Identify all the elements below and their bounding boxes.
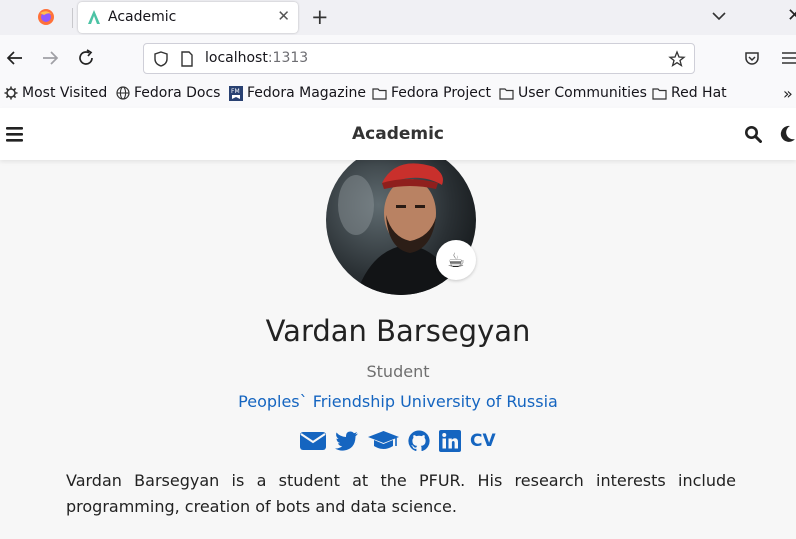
bookmarks-overflow-button[interactable]: » — [783, 84, 793, 103]
browser-toolbar: localhost:1313 — [0, 35, 796, 82]
bookmark-star-icon[interactable] — [668, 50, 686, 68]
profile-bio: Vardan Barsegyan is a student at the PFU… — [66, 471, 736, 516]
avatar-container: ☕ — [326, 145, 476, 295]
shield-icon[interactable] — [152, 50, 170, 68]
social-links: CV — [300, 428, 496, 454]
twitter-icon[interactable] — [335, 431, 359, 451]
profile-section: ☕ Vardan Barsegyan Student Peoples` Frie… — [0, 145, 796, 539]
bookmark-red-hat[interactable]: Red Hat — [652, 85, 727, 101]
tab-title: Academic — [108, 9, 177, 25]
tab-academic[interactable]: Academic ✕ — [78, 2, 298, 33]
tab-close-icon[interactable]: ✕ — [277, 7, 290, 25]
site-navbar: Academic — [0, 108, 796, 160]
svg-text:FM: FM — [231, 88, 240, 95]
folder-icon — [499, 87, 514, 100]
organization-link[interactable]: Peoples` Friendship University of Russia — [0, 392, 796, 411]
back-arrow-icon[interactable] — [4, 47, 26, 69]
site-title[interactable]: Academic — [0, 124, 796, 144]
linkedin-icon[interactable] — [439, 430, 461, 452]
bookmark-label: Fedora Docs — [134, 85, 221, 101]
moon-icon[interactable] — [778, 125, 796, 143]
bookmark-fedora-magazine[interactable]: FM Fedora Magazine — [229, 85, 366, 101]
window-close-button[interactable]: ✕ — [787, 5, 796, 26]
chevron-down-icon[interactable] — [710, 8, 728, 24]
forward-arrow-icon[interactable] — [39, 47, 61, 69]
reload-icon[interactable] — [75, 47, 97, 69]
fm-icon: FM — [229, 85, 243, 101]
gear-icon — [4, 86, 18, 100]
url-port: :1313 — [267, 50, 309, 66]
profile-name: Vardan Barsegyan — [265, 314, 531, 348]
envelope-icon[interactable] — [300, 431, 326, 451]
bookmark-label: Fedora Project — [391, 85, 492, 101]
academic-favicon-icon — [88, 10, 100, 24]
status-emoji-badge: ☕ — [436, 240, 476, 280]
bookmark-fedora-docs[interactable]: Fedora Docs — [116, 85, 220, 101]
tab-separator — [72, 8, 73, 28]
firefox-icon[interactable] — [36, 7, 56, 27]
github-icon[interactable] — [408, 430, 430, 452]
address-bar[interactable]: localhost:1313 — [143, 43, 695, 74]
bookmark-fedora-project[interactable]: Fedora Project — [372, 85, 491, 101]
bookmark-label: Fedora Magazine — [247, 85, 366, 101]
folder-icon — [372, 87, 387, 100]
graduation-cap-icon[interactable] — [368, 431, 399, 451]
hamburger-menu-icon[interactable] — [780, 50, 796, 66]
bookmark-label: Red Hat — [671, 85, 727, 101]
new-tab-button[interactable]: + — [311, 5, 329, 29]
profile-role: Student — [366, 362, 430, 381]
bookmarks-bar: Most Visited Fedora Docs FM Fedora Magaz… — [0, 82, 796, 108]
globe-icon — [116, 86, 130, 100]
bookmark-user-communities[interactable]: User Communities — [499, 85, 647, 101]
folder-icon — [652, 87, 667, 100]
url-host: localhost — [205, 50, 268, 66]
cv-link[interactable]: CV — [470, 431, 496, 451]
bookmark-label: User Communities — [518, 85, 647, 101]
search-icon[interactable] — [744, 125, 762, 143]
pocket-icon[interactable] — [743, 49, 761, 67]
browser-tab-bar: Academic ✕ + ✕ — [0, 0, 796, 35]
url-text: localhost:1313 — [205, 50, 308, 66]
bookmark-most-visited[interactable]: Most Visited — [4, 85, 107, 101]
page-icon[interactable] — [179, 50, 195, 68]
bookmark-label: Most Visited — [22, 85, 108, 101]
